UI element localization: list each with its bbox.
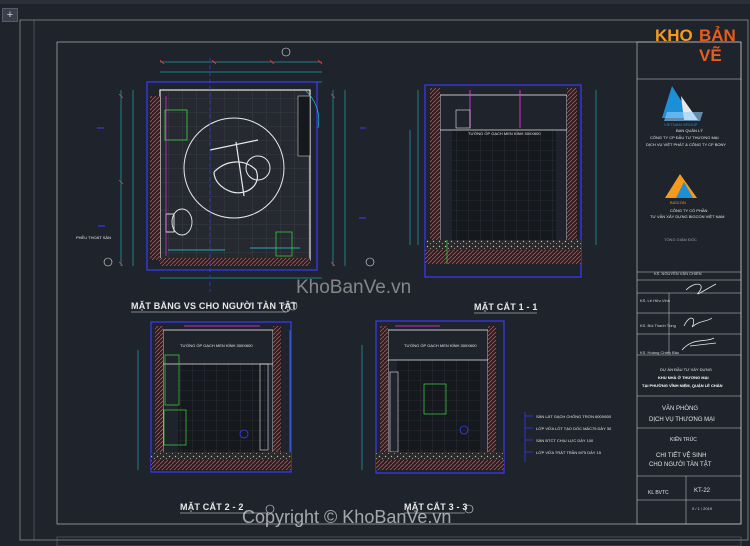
section-3-3-wall-note: TƯỜNG ỐP GẠCH MEN KÍNH 300X600	[404, 343, 477, 348]
signature-3	[681, 337, 717, 351]
legend-item: SÀN LÁT GẠCH CHỐNG TRƠN 600X600	[536, 414, 612, 419]
signature-1	[685, 283, 717, 295]
company2-line1: CÔNG TY CỔ PHẦN	[670, 208, 708, 213]
company1-role: BAN QUẢN LÝ	[676, 128, 703, 133]
building-line2: DỊCH VỤ THƯƠNG MẠI	[649, 417, 715, 423]
khobanve-logo: KHO BẢN VẼ	[655, 26, 736, 65]
legend-item: LỚP VỮA TRÁT TRẦN M75 DÀY 15	[536, 450, 601, 455]
section-1-1-wall-note: TƯỜNG ỐP GẠCH MEN KÍNH 300X600	[468, 131, 541, 136]
floor-drain-note: PHỄU THOÁT SÀN	[76, 235, 111, 240]
signatory-2: KS. Bùi Thanh Tùng	[640, 323, 676, 328]
company1-line2: DỊCH VỤ VIỆT PHÁT & CÔNG TY CP BONY	[646, 142, 727, 147]
drawing-number: KT-22	[694, 488, 711, 494]
section-1-1	[409, 84, 597, 278]
plan-view	[97, 47, 375, 313]
section-2-2-title: MẶT CẮT 2 - 2	[180, 502, 244, 512]
company2-logo-text: BIGCON	[670, 200, 686, 205]
drawing-title-line2: CHO NGƯỜI TÀN TẬT	[649, 462, 712, 468]
watermark-copyright: Copyright © KhoBanVe.vn	[242, 507, 452, 527]
section-1-1-title: MẶT CẮT 1 - 1	[474, 302, 538, 312]
drawing-date: 0 / 1 / 2019	[692, 506, 713, 511]
plan-view-title: MẶT BẰNG VS CHO NGƯỜI TÀN TẬT	[131, 301, 297, 311]
company1-line1: CÔNG TY CP ĐẦU TƯ THƯƠNG MẠI	[650, 135, 719, 140]
stamp-label: TỔNG GIÁM ĐỐC	[664, 237, 697, 242]
building-line1: VĂN PHÒNG	[662, 406, 699, 412]
category-label: KIẾN TRÚC	[670, 437, 697, 443]
signatory-3: KS. Hoàng Chiến Bảo	[640, 350, 680, 355]
section-2-2-wall-note: TƯỜNG ỐP GẠCH MEN KÍNH 300X600	[180, 343, 253, 348]
company1-logo-text: VIETNAM GROUP	[664, 122, 698, 127]
project-line2: TẠI PHƯỜNG VĨNH NIỆM, QUẬN LÊ CHÂN	[642, 383, 723, 388]
title-block	[636, 41, 742, 525]
project-line1: KHU NHÀ Ở THƯƠNG MẠI	[658, 375, 709, 380]
director-label: KS. NGUYỄN VĂN CHIẾN	[654, 271, 702, 276]
project-label: DỰ ÁN ĐẦU TƯ XÂY DỰNG	[660, 367, 712, 372]
legend-item: SÀN BTCT CHỊU LỰC DÀY 100	[536, 438, 594, 443]
drawing-title-line1: CHI TIẾT VỆ SINH	[656, 453, 707, 459]
signatory-1: KS. Lê Hữu Vinh	[640, 298, 670, 303]
signature-2	[683, 317, 713, 328]
cad-drawing-canvas[interactable]	[0, 0, 750, 546]
company2-line2: TƯ VẤN XÂY DỰNG BIGCON VIỆT NAM	[650, 214, 725, 219]
watermark-center: KhoBanVe.vn	[296, 277, 412, 298]
phase-label: KL BVTC	[648, 490, 669, 496]
legend-item: LỚP VỮA LÓT TẠO DỐC MÁC75 DÀY 30	[536, 426, 612, 431]
legend-leader	[524, 412, 533, 462]
